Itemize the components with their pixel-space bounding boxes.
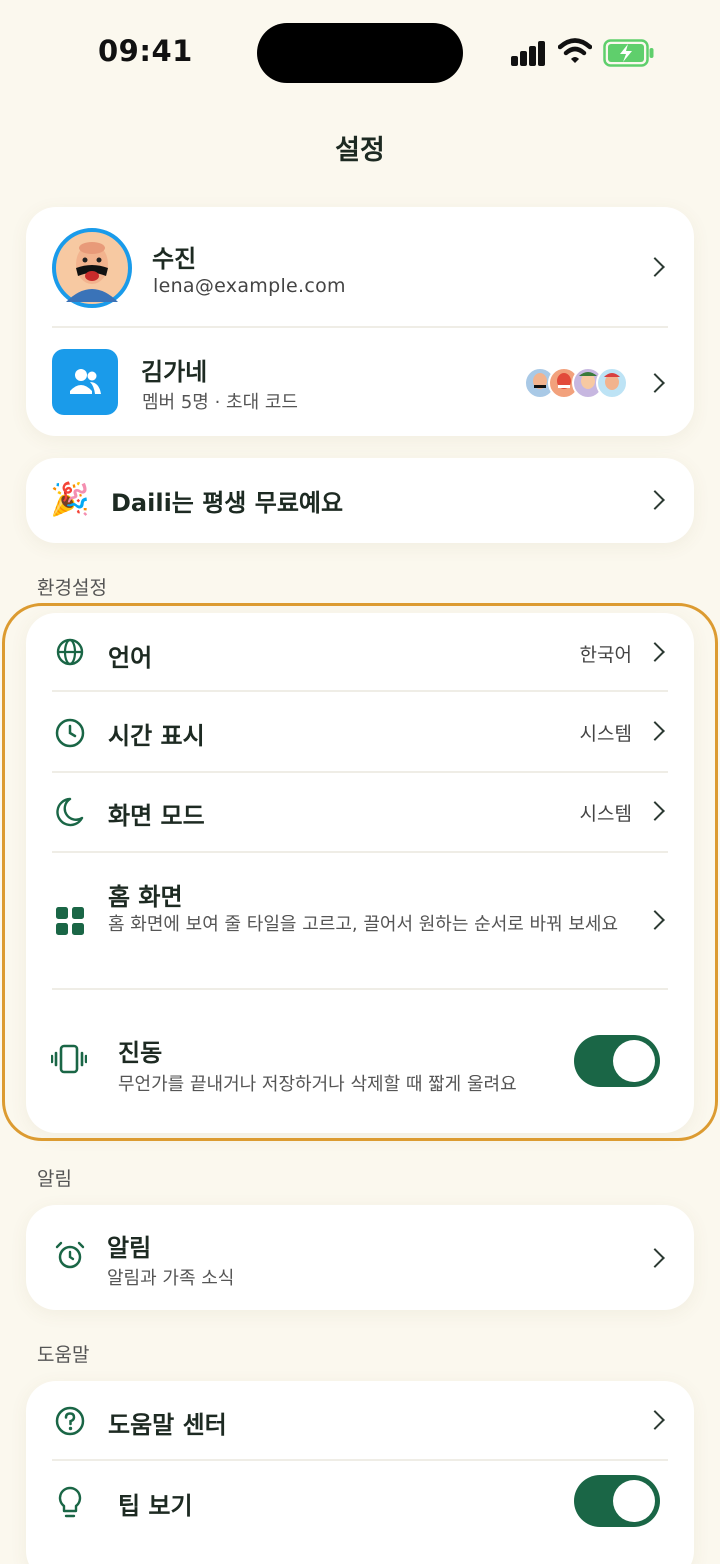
tips-row: 팁 보기 [26,1461,694,1564]
tips-toggle[interactable] [574,1475,660,1527]
promo-text: Daili는 평생 무료예요 [111,489,344,517]
profile-avatar [52,228,132,308]
page-title: 설정 [335,135,385,166]
alarm-clock-icon [55,1241,85,1269]
profile-row[interactable]: 수진 lena@example.com [26,207,694,327]
notifications-card[interactable]: 알림 알림과 가족 소식 [26,1205,694,1310]
chevron-right-icon [645,1410,665,1430]
section-label-preferences: 환경설정 [37,577,107,599]
family-name: 김가네 [141,358,208,386]
chevron-right-icon [645,1248,665,1268]
profile-email: lena@example.com [153,275,346,297]
alerts-desc: 알림과 가족 소식 [107,1268,235,1289]
chevron-right-icon [645,490,665,510]
wifi-icon [558,38,592,63]
profile-name: 수진 [152,245,197,273]
tips-title: 팁 보기 [118,1492,193,1520]
family-meta: 멤버 5명 · 초대 코드 [142,392,298,413]
lightbulb-icon [58,1486,82,1518]
status-time: 09:41 [98,34,193,68]
status-bar: 09:41 [0,0,720,110]
toggle-knob [613,1480,655,1522]
member-avatars [523,366,633,400]
battery-charging-icon [603,39,654,67]
chevron-right-icon [645,373,665,393]
promo-card[interactable]: 🎉 Daili는 평생 무료예요 [26,458,694,543]
highlight-outline [2,603,718,1141]
help-card: 도움말 센터 팁 보기 [26,1381,694,1564]
dynamic-island [257,23,463,83]
question-circle-icon [55,1406,85,1436]
section-label-help: 도움말 [37,1344,90,1366]
party-popper-icon: 🎉 [50,480,90,518]
account-card: 수진 lena@example.com 김가네 멤버 5명 · 초대 코드 [26,207,694,436]
chevron-right-icon [645,257,665,277]
alerts-title: 알림 [107,1234,152,1262]
family-group-icon [52,349,118,415]
section-label-notifications: 알림 [37,1168,72,1190]
cellular-signal-icon [511,40,547,66]
help-center-title: 도움말 센터 [108,1411,227,1439]
family-row[interactable]: 김가네 멤버 5명 · 초대 코드 [26,328,694,436]
help-center-row[interactable]: 도움말 센터 [26,1381,694,1459]
